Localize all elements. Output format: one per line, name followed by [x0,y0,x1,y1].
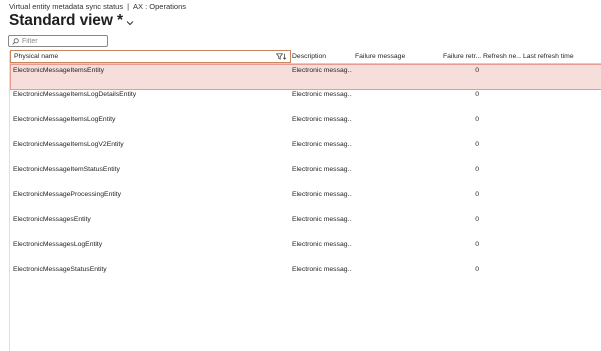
breadcrumb-module[interactable]: AX : Operations [133,2,186,11]
cell-description: Electronic messag... [292,67,352,74]
cell-physical-name: ElectronicMessageItemsEntity [13,67,105,74]
cell-description: Electronic messag... [292,191,352,198]
breadcrumb: Virtual entity metadata sync status | AX :… [9,2,186,11]
cell-failure-retries: 0 [475,266,479,273]
column-header-failure-message[interactable]: Failure message [355,51,435,63]
cell-description: Electronic messag... [292,91,352,98]
cell-physical-name: ElectronicMessageItemsLogEntity [13,116,116,123]
grid-header: Physical name Description Failure messag… [10,50,601,64]
table-row[interactable]: ElectronicMessageItemStatusEntity Electro… [10,164,601,189]
table-row[interactable]: ElectronicMessageItemsLogDetailsEntity El… [10,89,601,114]
cell-failure-retries: 0 [475,116,479,123]
column-header-physical-name[interactable]: Physical name [10,50,291,63]
cell-failure-retries: 0 [475,241,479,248]
chevron-down-icon[interactable] [126,19,134,27]
cell-physical-name: ElectronicMessagesEntity [13,216,91,223]
table-row[interactable]: ElectronicMessagesEntity Electronic messa… [10,214,601,239]
breadcrumb-separator: | [127,2,130,11]
cell-failure-retries: 0 [475,216,479,223]
filter-input[interactable] [19,36,102,46]
cell-physical-name: ElectronicMessageItemsLogV2Entity [13,141,124,148]
cell-physical-name: ElectronicMessageItemsLogDetailsEntity [13,91,137,98]
search-icon [12,37,19,45]
page-title[interactable]: Standard view * [9,12,123,30]
breadcrumb-page: Virtual entity metadata sync status [9,2,124,11]
cell-description: Electronic messag... [292,241,352,248]
column-header-label: Physical name [14,53,59,60]
cell-description: Electronic messag... [292,166,352,173]
view-selector[interactable]: Standard view * [9,12,134,30]
column-header-description[interactable]: Description [292,51,352,63]
cell-failure-retries: 0 [475,91,479,98]
table-row[interactable]: ElectronicMessagesLogEntity Electronic me… [10,239,601,264]
table-row[interactable]: ElectronicMessageStatusEntity Electronic … [10,264,601,289]
cell-description: Electronic messag... [292,116,352,123]
cell-physical-name: ElectronicMessageItemStatusEntity [13,166,120,173]
table-row[interactable]: ElectronicMessageItemsLogEntity Electroni… [10,114,601,139]
filter-field[interactable] [8,35,108,47]
cell-failure-retries: 0 [475,166,479,173]
table-row[interactable]: ElectronicMessageItemsLogV2Entity Electro… [10,139,601,164]
column-header-refresh-needed[interactable]: Refresh ne... [483,51,521,63]
funnel-filter-icon[interactable] [276,53,287,60]
cell-description: Electronic messag... [292,266,352,273]
table-row[interactable]: ElectronicMessageItemsEntity Electronic m… [10,64,601,90]
cell-physical-name: ElectronicMessagesLogEntity [13,241,103,248]
cell-physical-name: ElectronicMessageProcessingEntity [13,191,122,198]
cell-failure-retries: 0 [475,67,479,74]
entity-grid: Physical name Description Failure messag… [9,50,601,351]
cell-failure-retries: 0 [475,141,479,148]
cell-failure-retries: 0 [475,191,479,198]
column-header-failure-retries[interactable]: Failure retr... [443,51,481,63]
cell-physical-name: ElectronicMessageStatusEntity [13,266,107,273]
cell-description: Electronic messag... [292,141,352,148]
column-header-last-refresh-time[interactable]: Last refresh time [523,51,593,63]
table-row[interactable]: ElectronicMessageProcessingEntity Electro… [10,189,601,214]
cell-description: Electronic messag... [292,216,352,223]
